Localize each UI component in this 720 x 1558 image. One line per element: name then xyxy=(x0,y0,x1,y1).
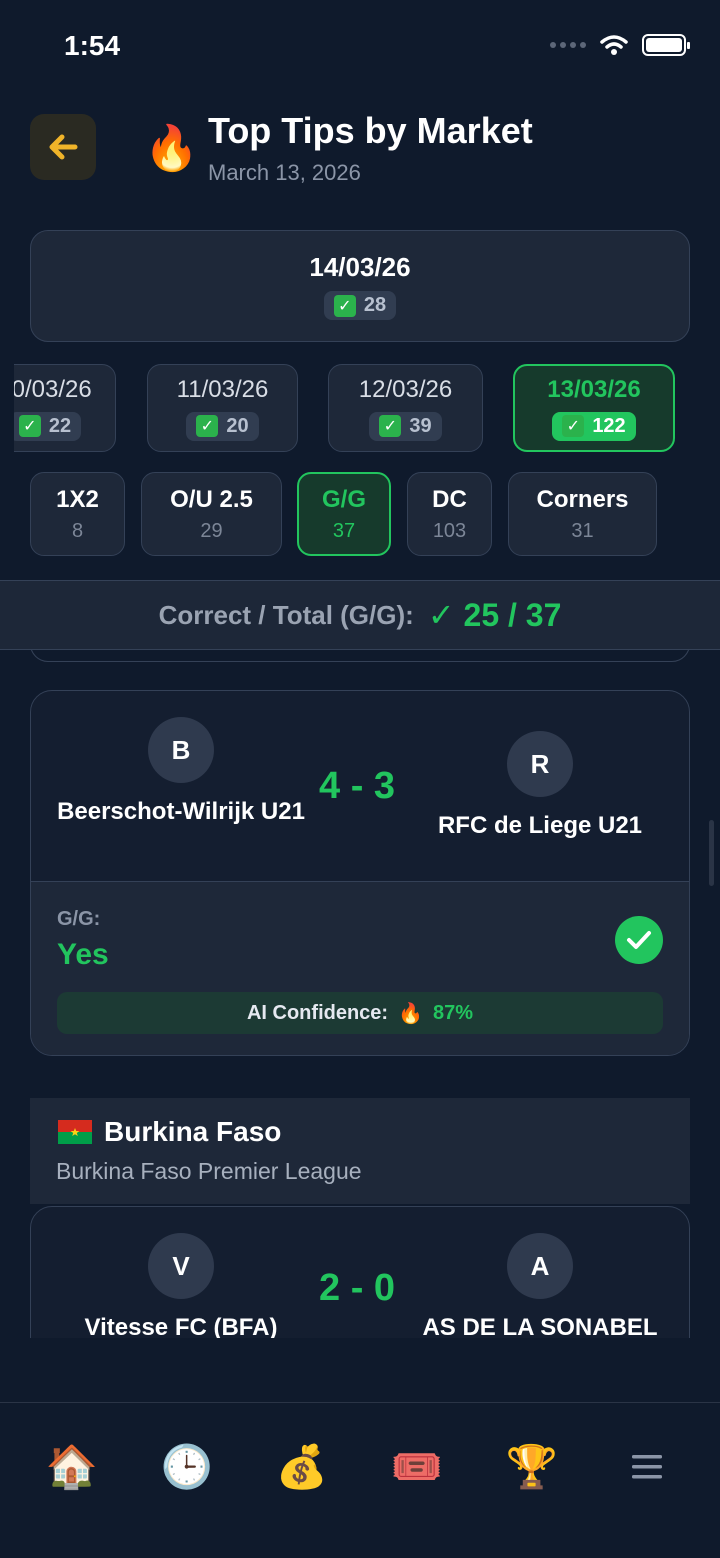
league-name: Burkina Faso Premier League xyxy=(56,1158,362,1184)
date-chip-count: 39 xyxy=(409,414,432,437)
clock-icon[interactable]: 🕒 xyxy=(159,1439,215,1495)
summary-label: Correct / Total (G/G): xyxy=(158,599,414,630)
cellular-signal-icon xyxy=(550,42,586,48)
league-country: Burkina Faso xyxy=(104,1116,282,1147)
status-icons xyxy=(550,34,690,56)
hamburger-lines xyxy=(632,1455,662,1479)
team-avatar: V xyxy=(148,1233,214,1299)
tab-gg[interactable]: G/G 37 xyxy=(297,472,391,556)
date-chip[interactable]: 12/03/26 ✓ 39 xyxy=(328,364,483,452)
date-strip[interactable]: 10/03/26 ✓ 22 11/03/26 ✓ 20 12/03/26 ✓ 39 1… xyxy=(14,364,720,454)
fire-icon: 🔥 xyxy=(398,1002,423,1025)
tab-count: 8 xyxy=(71,519,84,542)
date-chip-count-badge: ✓ 39 xyxy=(369,411,442,441)
team-avatar: A xyxy=(507,1233,573,1299)
team-avatar: B xyxy=(148,717,214,783)
home-team: B Beerschot-Wilrijk U21 xyxy=(55,717,307,827)
wifi-icon xyxy=(600,35,628,55)
away-team: R RFC de Liege U21 xyxy=(415,731,665,841)
check-box-icon: ✓ xyxy=(333,294,356,317)
check-box-icon: ✓ xyxy=(196,415,219,437)
previous-card-edge xyxy=(30,650,690,662)
tab-count: 37 xyxy=(332,519,356,542)
tab-count: 103 xyxy=(432,519,467,542)
date-card-label: 14/03/26 xyxy=(309,252,411,282)
tip-section: G/G: Yes AI Confidence: 🔥 87% xyxy=(31,881,689,1055)
confidence-value: 87% xyxy=(433,1001,474,1024)
arrow-left-icon xyxy=(49,134,78,160)
date-chip-label: 13/03/26 xyxy=(547,375,641,403)
summary-value: ✓ 25 / 37 xyxy=(427,597,562,633)
date-chip-label: 10/03/26 xyxy=(14,375,92,403)
date-chip-label: 12/03/26 xyxy=(358,375,453,403)
status-time: 1:54 xyxy=(64,30,121,61)
match-card[interactable]: V Vitesse FC (BFA) 2 - 0 A AS DE LA SONA… xyxy=(30,1206,690,1338)
money-bag-icon[interactable]: 💰 xyxy=(274,1439,330,1495)
match-score: 4 - 3 xyxy=(319,765,396,807)
tab-count: 29 xyxy=(200,519,223,542)
match-card[interactable]: B Beerschot-Wilrijk U21 4 - 3 R RFC de L… xyxy=(30,690,690,1056)
date-chip[interactable]: 10/03/26 ✓ 22 xyxy=(14,364,116,452)
date-chip-count: 122 xyxy=(592,414,626,437)
date-card-count-badge: ✓ 28 xyxy=(323,291,397,320)
page-date: March 13, 2026 xyxy=(208,160,361,185)
date-chip-count: 20 xyxy=(226,414,249,437)
home-team-name: Beerschot-Wilrijk U21 xyxy=(57,798,305,825)
date-chip-selected[interactable]: 13/03/26 ✓ 122 xyxy=(513,364,675,452)
away-team-name: AS DE LA SONABEL xyxy=(422,1314,658,1338)
ai-confidence-bar: AI Confidence: 🔥 87% xyxy=(57,992,663,1034)
menu-icon[interactable] xyxy=(619,1439,675,1495)
date-chip[interactable]: 11/03/26 ✓ 20 xyxy=(147,364,298,452)
check-box-icon: ✓ xyxy=(562,415,585,437)
check-box-icon: ✓ xyxy=(379,415,402,437)
team-avatar: R xyxy=(507,731,573,797)
tab-label: 1X2 xyxy=(56,485,99,513)
date-card-tomorrow[interactable]: 14/03/26 ✓ 28 xyxy=(30,230,690,342)
battery-icon xyxy=(642,34,690,56)
match-list[interactable]: B Beerschot-Wilrijk U21 4 - 3 R RFC de L… xyxy=(0,650,720,1338)
tip-value: Yes xyxy=(57,938,109,971)
fire-icon: 🔥 xyxy=(144,124,199,173)
tab-label: G/G xyxy=(321,485,366,513)
date-card-count: 28 xyxy=(363,294,387,316)
tip-market-label: G/G: xyxy=(57,908,101,930)
check-box-icon: ✓ xyxy=(18,415,41,437)
accuracy-summary: Correct / Total (G/G): ✓ 25 / 37 xyxy=(0,580,720,650)
tab-dc[interactable]: DC 103 xyxy=(407,472,492,556)
tab-label: DC xyxy=(432,485,467,513)
away-team-name: RFC de Liege U21 xyxy=(437,812,643,839)
date-chip-count: 22 xyxy=(48,414,72,437)
date-chip-count-badge: ✓ 122 xyxy=(552,411,636,441)
tab-label: O/U 2.5 xyxy=(170,485,253,513)
date-chip-count-badge: ✓ 20 xyxy=(186,411,259,441)
ticket-icon[interactable]: 🎟️ xyxy=(389,1439,445,1495)
away-team: A AS DE LA SONABEL xyxy=(415,1233,665,1338)
confidence-label: AI Confidence: xyxy=(246,1001,389,1024)
home-icon[interactable]: 🏠 xyxy=(44,1439,100,1495)
tab-1x2[interactable]: 1X2 8 xyxy=(30,472,125,556)
scrollbar[interactable] xyxy=(709,820,714,886)
tab-over-under[interactable]: O/U 2.5 29 xyxy=(141,472,282,556)
league-header: Burkina Faso Burkina Faso Premier League xyxy=(30,1098,690,1204)
tab-corners[interactable]: Corners 31 xyxy=(508,472,657,556)
page-title: Top Tips by Market xyxy=(208,110,533,151)
home-team-name: Vitesse FC (BFA) xyxy=(84,1314,278,1338)
home-team: V Vitesse FC (BFA) xyxy=(55,1233,307,1338)
burkina-faso-flag-icon xyxy=(58,1120,92,1144)
correct-check-icon xyxy=(615,916,663,964)
date-chip-count-badge: ✓ 22 xyxy=(14,411,82,441)
trophy-icon[interactable]: 🏆 xyxy=(504,1439,560,1495)
tab-label: Corners xyxy=(536,485,629,513)
back-button[interactable] xyxy=(30,114,96,180)
bottom-nav: 🏠 🕒 💰 🎟️ 🏆 xyxy=(0,1402,720,1558)
date-chip-label: 11/03/26 xyxy=(176,375,269,403)
tab-count: 31 xyxy=(571,519,594,542)
match-score: 2 - 0 xyxy=(319,1267,396,1309)
